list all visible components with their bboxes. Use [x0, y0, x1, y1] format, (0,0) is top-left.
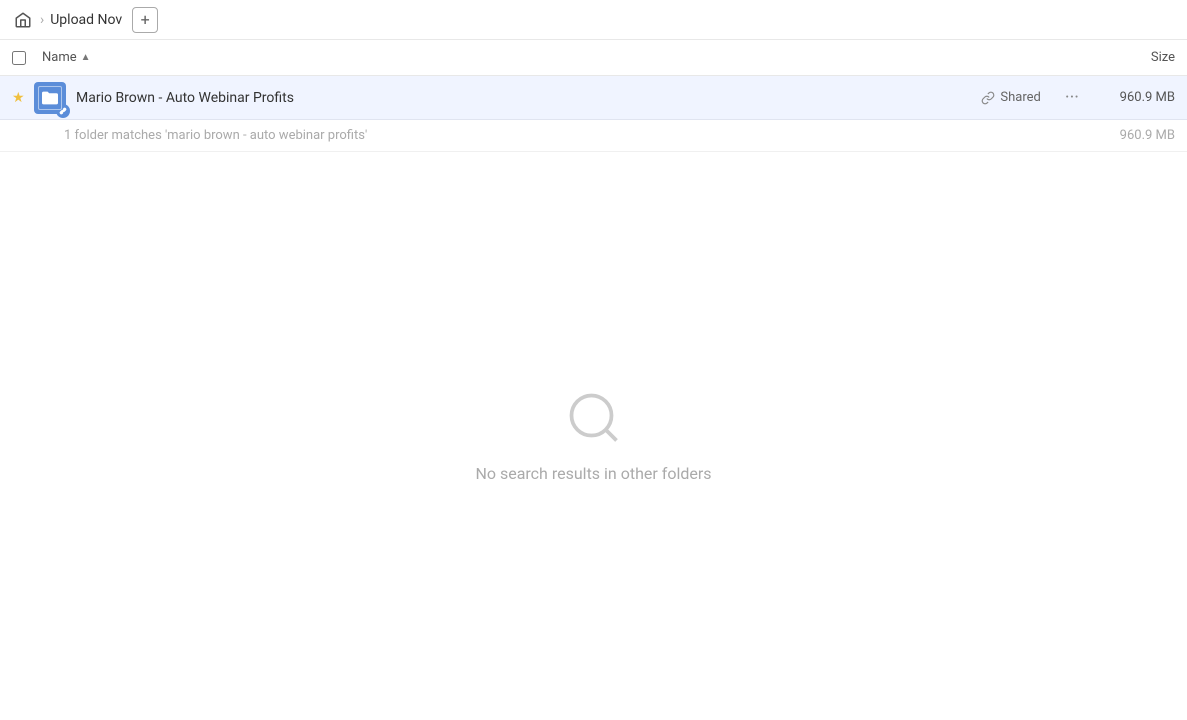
select-all-checkbox-container[interactable]: [12, 51, 42, 65]
more-options-button[interactable]: ···: [1057, 87, 1087, 108]
breadcrumb-bar: › Upload Nov +: [0, 0, 1187, 40]
empty-state: No search results in other folders: [0, 152, 1187, 718]
name-column-label: Name: [42, 50, 77, 65]
empty-message: No search results in other folders: [475, 464, 711, 483]
select-all-checkbox[interactable]: [12, 51, 26, 65]
add-button[interactable]: +: [132, 7, 158, 33]
sort-arrow-icon: ▲: [81, 52, 91, 63]
breadcrumb-item[interactable]: Upload Nov: [50, 12, 122, 28]
column-header-row: Name ▲ Size: [0, 40, 1187, 76]
home-button[interactable]: [12, 9, 34, 31]
star-icon[interactable]: ★: [12, 90, 34, 106]
shared-link-badge: [56, 104, 70, 118]
name-column-header[interactable]: Name ▲: [42, 50, 1095, 65]
empty-search-icon: [564, 388, 624, 448]
match-size: 960.9 MB: [1120, 128, 1175, 143]
size-column-header[interactable]: Size: [1095, 50, 1175, 65]
match-count-row: 1 folder matches 'mario brown - auto web…: [0, 120, 1187, 152]
breadcrumb-separator: ›: [40, 12, 44, 28]
shared-indicator: Shared: [981, 90, 1040, 105]
shared-label: Shared: [1000, 90, 1040, 105]
file-row[interactable]: ★ Mario Brown - Auto Webinar Profits Sha…: [0, 76, 1187, 120]
folder-icon: [34, 82, 66, 114]
file-name: Mario Brown - Auto Webinar Profits: [76, 90, 981, 106]
match-count-text: 1 folder matches 'mario brown - auto web…: [64, 128, 367, 143]
file-size: 960.9 MB: [1095, 90, 1175, 105]
